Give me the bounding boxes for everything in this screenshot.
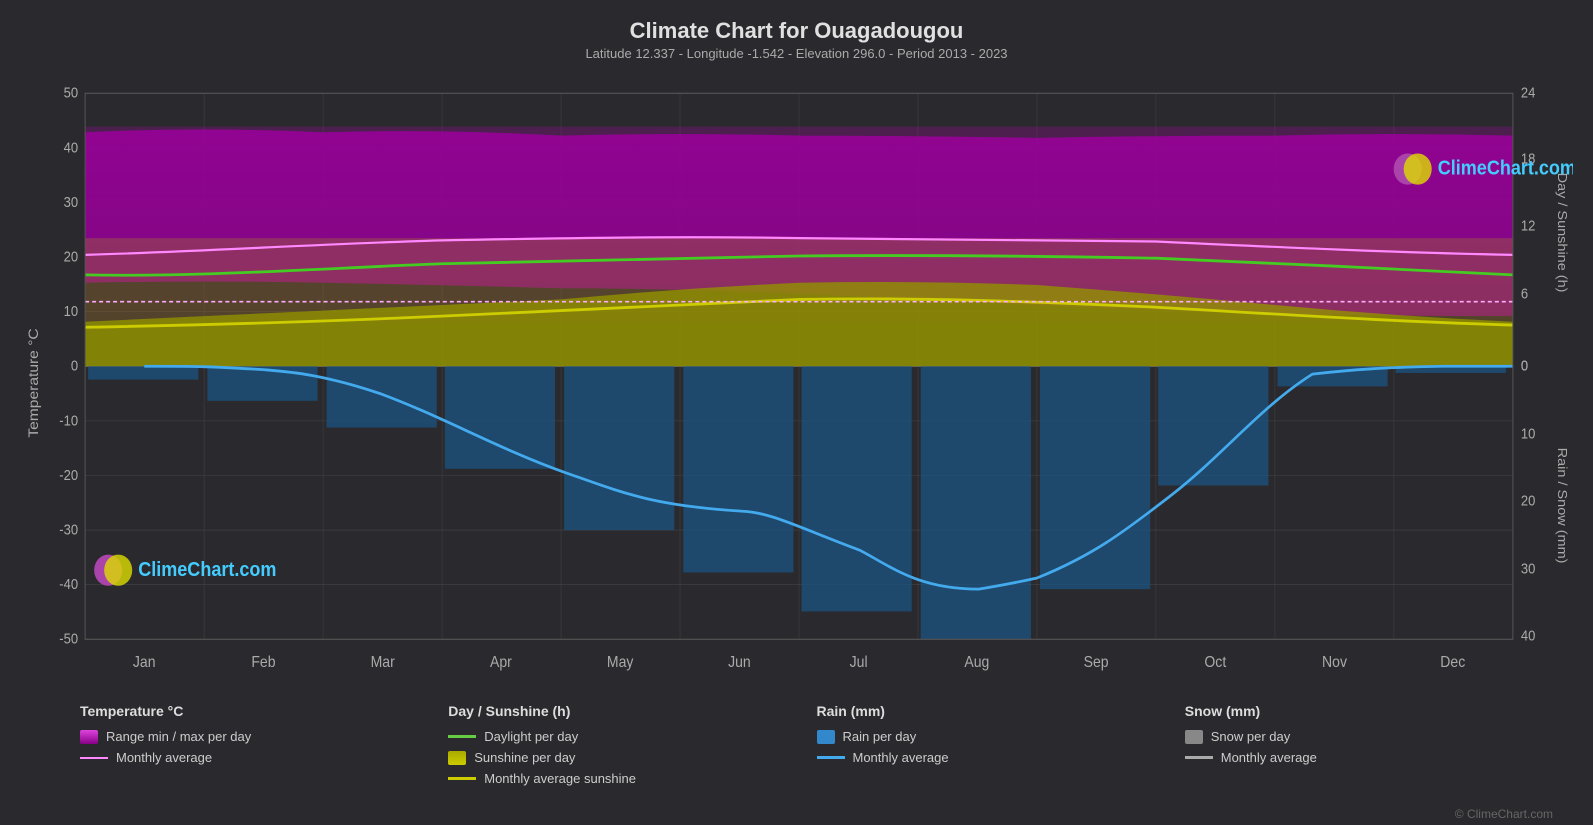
legend-temp-range-label: Range min / max per day — [106, 729, 251, 744]
legend-sunshine: Day / Sunshine (h) Daylight per day Suns… — [448, 703, 816, 821]
svg-text:May: May — [607, 655, 634, 672]
y-left-label: Temperature °C — [27, 328, 42, 438]
svg-text:40: 40 — [1521, 628, 1536, 644]
temp-range-swatch — [80, 730, 98, 744]
rain-swatch — [817, 730, 835, 744]
legend-sun-title: Day / Sunshine (h) — [448, 703, 816, 719]
rain-jun — [683, 366, 793, 572]
legend-snow-label: Snow per day — [1211, 729, 1291, 744]
chart-area: 50 40 30 20 10 0 -10 -20 -30 -40 -50 Tem… — [20, 71, 1573, 695]
sunshine-avg-swatch — [448, 777, 476, 780]
main-svg: 50 40 30 20 10 0 -10 -20 -30 -40 -50 Tem… — [20, 71, 1573, 695]
svg-text:0: 0 — [1521, 358, 1529, 374]
legend-rain-label: Rain per day — [843, 729, 917, 744]
legend-rain-per-day: Rain per day — [817, 729, 1185, 744]
legend-temp-avg: Monthly average — [80, 750, 448, 765]
rain-avg-swatch — [817, 756, 845, 759]
legend-sunshine-avg: Monthly average sunshine — [448, 771, 816, 786]
rain-mar — [327, 366, 437, 427]
logo-bl-circle-right — [104, 555, 132, 586]
svg-text:10: 10 — [1521, 426, 1536, 442]
snow-swatch — [1185, 730, 1203, 744]
svg-text:50: 50 — [64, 85, 79, 101]
watermark: © ClimeChart.com — [1185, 807, 1553, 821]
legend-temp-avg-label: Monthly average — [116, 750, 212, 765]
svg-text:40: 40 — [64, 140, 79, 156]
chart-title: Climate Chart for Ouagadougou — [20, 18, 1573, 44]
svg-text:Mar: Mar — [371, 655, 395, 672]
legend-snow-per-day: Snow per day — [1185, 729, 1553, 744]
page-wrapper: Climate Chart for Ouagadougou Latitude 1… — [0, 0, 1593, 825]
legend-snow-title: Snow (mm) — [1185, 703, 1553, 719]
svg-text:20: 20 — [1521, 493, 1536, 509]
legend-sunshine-per-day: Sunshine per day — [448, 750, 816, 765]
svg-text:20: 20 — [64, 249, 79, 265]
logo-text-bl: ClimeChart.com — [138, 559, 276, 581]
svg-text:Jul: Jul — [850, 655, 868, 672]
rain-jan — [88, 366, 198, 379]
svg-text:-50: -50 — [59, 631, 78, 647]
svg-text:Oct: Oct — [1204, 655, 1227, 672]
snow-avg-swatch — [1185, 756, 1213, 759]
svg-text:24: 24 — [1521, 85, 1536, 101]
legend-rain-avg: Monthly average — [817, 750, 1185, 765]
y-right-bottom-label: Rain / Snow (mm) — [1555, 448, 1569, 564]
chart-header: Climate Chart for Ouagadougou Latitude 1… — [20, 10, 1573, 63]
svg-text:Feb: Feb — [251, 655, 275, 672]
svg-text:-10: -10 — [59, 413, 78, 429]
legend-daylight: Daylight per day — [448, 729, 816, 744]
legend-snow-avg: Monthly average — [1185, 750, 1553, 765]
rain-feb — [207, 366, 317, 401]
logo-circle-right — [1404, 153, 1432, 184]
svg-text:30: 30 — [1521, 561, 1536, 577]
rain-may — [564, 366, 674, 530]
sunshine-swatch — [448, 751, 466, 765]
legend-sunshine-label: Sunshine per day — [474, 750, 575, 765]
legend-sunshine-avg-label: Monthly average sunshine — [484, 771, 636, 786]
svg-text:Jan: Jan — [133, 655, 156, 672]
svg-text:Nov: Nov — [1322, 655, 1347, 672]
chart-subtitle: Latitude 12.337 - Longitude -1.542 - Ele… — [20, 46, 1573, 61]
legend-temperature: Temperature °C Range min / max per day M… — [80, 703, 448, 821]
y-right-top-label: Day / Sunshine (h) — [1555, 173, 1569, 293]
svg-text:Aug: Aug — [964, 655, 989, 672]
legend-daylight-label: Daylight per day — [484, 729, 578, 744]
rain-jul — [802, 366, 912, 611]
svg-text:10: 10 — [64, 304, 79, 320]
svg-text:Jun: Jun — [728, 655, 751, 672]
svg-text:0: 0 — [71, 358, 79, 374]
legend-snow-avg-label: Monthly average — [1221, 750, 1317, 765]
svg-text:Apr: Apr — [490, 655, 512, 672]
legend-temp-range: Range min / max per day — [80, 729, 448, 744]
svg-text:12: 12 — [1521, 218, 1535, 234]
svg-text:-30: -30 — [59, 522, 78, 538]
rain-apr — [445, 366, 555, 469]
legend-temp-title: Temperature °C — [80, 703, 448, 719]
svg-text:Sep: Sep — [1084, 655, 1109, 672]
svg-text:-20: -20 — [59, 467, 78, 483]
legend-area: Temperature °C Range min / max per day M… — [20, 695, 1573, 825]
rain-sep — [1040, 366, 1150, 589]
logo-text-top: ClimeChart.com — [1438, 158, 1573, 180]
svg-text:30: 30 — [64, 194, 79, 210]
daylight-swatch — [448, 735, 476, 738]
rain-aug — [921, 366, 1031, 639]
temp-avg-line-swatch — [80, 757, 108, 759]
rain-oct — [1158, 366, 1268, 485]
svg-text:Dec: Dec — [1440, 655, 1465, 672]
legend-rain-avg-label: Monthly average — [853, 750, 949, 765]
svg-text:-40: -40 — [59, 577, 78, 593]
legend-snow: Snow (mm) Snow per day Monthly average ©… — [1185, 703, 1553, 821]
svg-text:6: 6 — [1521, 286, 1529, 302]
legend-rain: Rain (mm) Rain per day Monthly average — [817, 703, 1185, 821]
legend-rain-title: Rain (mm) — [817, 703, 1185, 719]
